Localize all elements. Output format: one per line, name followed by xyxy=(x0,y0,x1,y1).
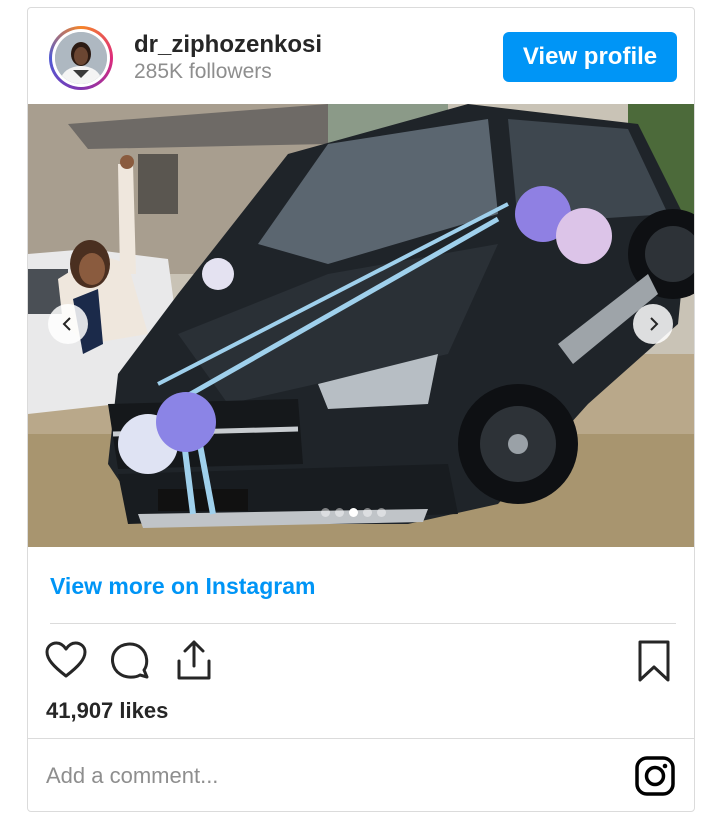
carousel-prev-button[interactable] xyxy=(48,304,88,344)
like-button[interactable] xyxy=(44,638,88,682)
like-count: 41,907 likes xyxy=(46,698,169,723)
carousel-next-button[interactable] xyxy=(633,304,673,344)
comment-input[interactable] xyxy=(46,756,606,796)
post-image[interactable] xyxy=(28,104,694,547)
carousel-dot xyxy=(377,508,386,517)
view-profile-button[interactable]: View profile xyxy=(503,32,677,82)
bookmark-icon xyxy=(638,640,670,682)
divider xyxy=(28,738,694,739)
instagram-icon xyxy=(635,756,675,796)
follower-count: 285K followers xyxy=(134,60,272,83)
username[interactable]: dr_ziphozenkosi xyxy=(134,31,322,59)
share-icon xyxy=(177,640,211,680)
carousel-dot xyxy=(321,508,330,517)
carousel-dot xyxy=(349,508,358,517)
comment-button[interactable] xyxy=(108,638,152,682)
divider xyxy=(50,623,676,624)
avatar-ring[interactable] xyxy=(49,26,113,90)
carousel-dot xyxy=(335,508,344,517)
comment-icon xyxy=(111,642,149,679)
instagram-embed-card: dr_ziphozenkosi 285K followers View prof… xyxy=(27,7,695,812)
carousel-dot xyxy=(363,508,372,517)
instagram-link[interactable] xyxy=(634,755,676,797)
chevron-left-icon xyxy=(62,317,71,331)
heart-icon xyxy=(45,641,87,678)
post-header: dr_ziphozenkosi 285K followers View prof… xyxy=(28,8,694,106)
share-button[interactable] xyxy=(172,638,216,682)
save-button[interactable] xyxy=(634,638,674,684)
avatar xyxy=(55,32,107,84)
chevron-right-icon xyxy=(650,317,659,331)
carousel-indicators xyxy=(321,508,386,517)
view-more-link[interactable]: View more on Instagram xyxy=(50,573,315,600)
